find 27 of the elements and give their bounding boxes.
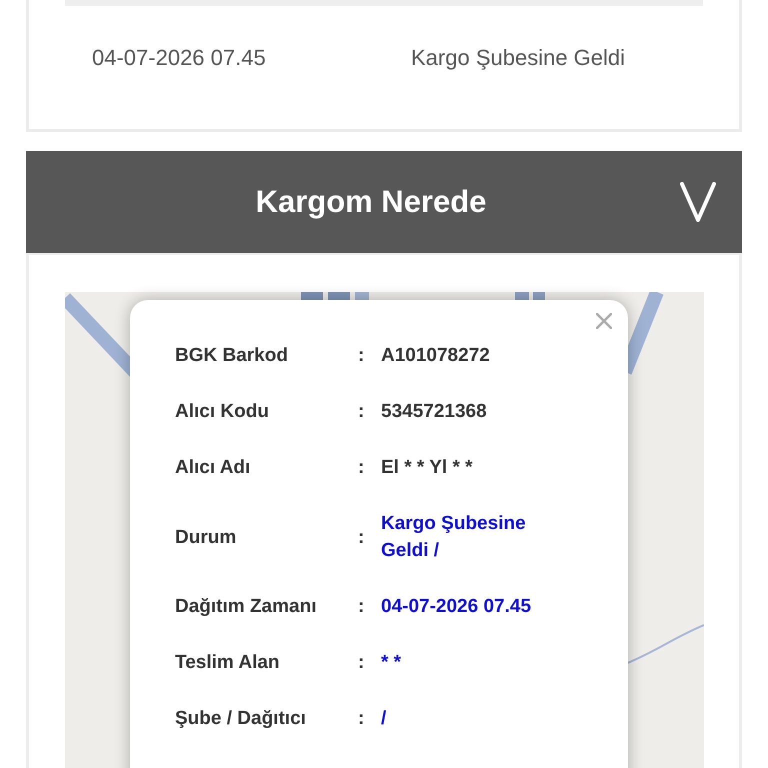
close-icon bbox=[596, 313, 612, 329]
field-separator: : bbox=[358, 400, 366, 424]
field-value: El * * Yl * * bbox=[381, 456, 474, 480]
field-separator: : bbox=[358, 707, 366, 731]
chevron-icon bbox=[680, 182, 716, 222]
field-separator: : bbox=[358, 526, 366, 550]
field-label: Dağıtım Zamanı bbox=[175, 595, 318, 619]
field-separator: : bbox=[358, 456, 366, 480]
field-value: A101078272 bbox=[381, 344, 491, 368]
field-value: / bbox=[381, 707, 388, 731]
field-separator: : bbox=[358, 595, 366, 619]
field-label: Teslim Alan bbox=[175, 651, 281, 675]
field-separator: : bbox=[358, 651, 366, 675]
field-separator: : bbox=[358, 344, 366, 368]
field-value: Kargo Şubesine Geldi / bbox=[381, 512, 527, 563]
field-label: Alıcı Kodu bbox=[175, 400, 270, 424]
field-value: 04-07-2026 07.45 bbox=[381, 595, 532, 619]
event-status: Kargo Şubesine Geldi bbox=[411, 44, 626, 72]
field-label: Durum bbox=[175, 526, 238, 550]
event-date: 04-07-2026 07.45 bbox=[92, 44, 267, 72]
close-button[interactable] bbox=[596, 313, 612, 329]
field-label: BGK Barkod bbox=[175, 344, 289, 368]
field-value: 5345721368 bbox=[381, 400, 488, 424]
accordion-header[interactable]: Kargom Nerede bbox=[26, 151, 742, 253]
field-label: Alıcı Adı bbox=[175, 456, 252, 480]
field-value: * * bbox=[381, 651, 402, 675]
field-label: Şube / Dağıtıcı bbox=[175, 707, 307, 731]
